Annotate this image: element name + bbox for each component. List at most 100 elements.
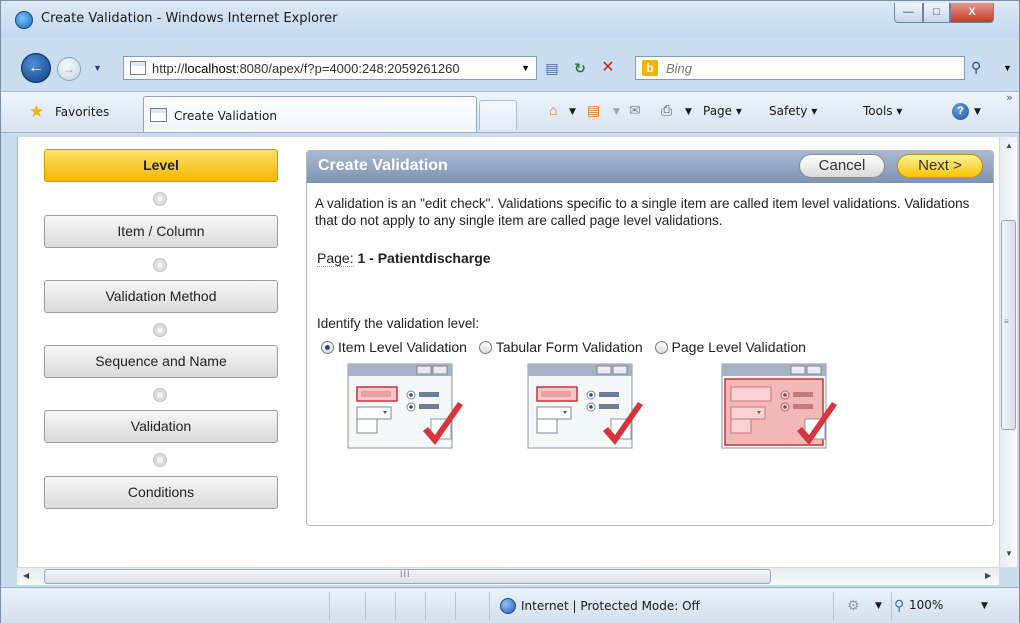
zoom-dropdown-icon[interactable]: ▼ — [981, 601, 988, 611]
tabular-form-illustration[interactable] — [527, 363, 649, 463]
status-divider — [833, 592, 834, 620]
item-level-radio[interactable] — [321, 341, 334, 354]
zoom-level[interactable]: 100% — [909, 598, 943, 612]
status-divider — [455, 592, 456, 620]
wizard-step-conditions[interactable]: Conditions — [44, 476, 278, 509]
horizontal-scroll-thumb[interactable]: III — [44, 569, 771, 584]
identify-level-label: Identify the validation level: — [317, 316, 480, 331]
wizard-connector-dot — [153, 388, 167, 402]
status-divider — [329, 592, 330, 620]
page-level-option[interactable]: Page Level Validation — [654, 339, 806, 355]
search-input[interactable]: Bing — [666, 61, 692, 76]
region-header: Create Validation Cancel Next > — [307, 151, 993, 183]
search-box[interactable]: b Bing — [635, 56, 965, 80]
back-button[interactable]: ← — [21, 53, 51, 83]
page-info: Page: 1 - Patientdischarge — [317, 250, 491, 267]
compatibility-view-icon[interactable]: ▤ — [541, 58, 563, 78]
next-button[interactable]: Next > — [897, 154, 983, 178]
wizard-step-validation[interactable]: Validation — [44, 410, 278, 443]
add-ons-dropdown-icon[interactable]: ▼ — [875, 601, 882, 611]
toolbar-overflow-chevron[interactable]: » — [1006, 91, 1013, 104]
status-divider — [489, 592, 490, 620]
favorites-bar: ★ Favorites Create Validation ⌂ ▼ ▤ ▼ ✉ … — [1, 91, 1019, 133]
feeds-dropdown-icon[interactable]: ▼ — [613, 107, 620, 117]
stop-icon[interactable]: ✕ — [597, 58, 619, 78]
forward-button[interactable]: → — [57, 57, 81, 81]
scroll-grip-icon: III — [400, 569, 411, 579]
address-dropdown-icon[interactable]: ▼ — [521, 63, 530, 73]
intro-text: A validation is an "edit check". Validat… — [315, 196, 970, 228]
search-options-dropdown-icon[interactable]: ▼ — [1003, 63, 1012, 73]
wizard-step-item-column[interactable]: Item / Column — [44, 215, 278, 248]
scroll-left-arrow-icon[interactable]: ◀ — [23, 571, 29, 580]
address-bar[interactable]: http://localhost:8080/apex/f?p=4000:248:… — [123, 56, 537, 80]
feeds-icon[interactable]: ▤ — [587, 102, 600, 119]
item-level-label[interactable]: Item Level Validation — [338, 339, 467, 355]
item-level-illustration[interactable] — [347, 363, 469, 463]
wizard-step-validation-method[interactable]: Validation Method — [44, 280, 278, 313]
print-dropdown-icon[interactable]: ▼ — [685, 107, 692, 117]
search-icon[interactable]: ⚲ — [971, 59, 981, 76]
new-tab-button[interactable] — [479, 100, 517, 130]
page-level-illustration[interactable] — [721, 363, 843, 463]
page-icon — [130, 61, 146, 75]
help-icon[interactable]: ? — [952, 103, 969, 120]
status-divider — [365, 592, 366, 620]
close-button[interactable]: X — [950, 3, 994, 23]
status-bar: Internet | Protected Mode: Off ⚙ ▼ ⚲ 100… — [1, 587, 1019, 623]
status-divider — [891, 592, 892, 620]
wizard-step-level[interactable]: Level — [44, 149, 278, 182]
help-dropdown-icon[interactable]: ▼ — [974, 107, 981, 117]
tabular-form-radio[interactable] — [478, 341, 492, 354]
page-level-radio[interactable] — [654, 341, 668, 354]
scroll-up-arrow-icon[interactable]: ▲ — [1005, 141, 1013, 150]
page-value: 1 - Patientdischarge — [357, 250, 491, 266]
safety-menu[interactable]: Safety ▾ — [769, 104, 817, 118]
page-label: Page: — [317, 250, 354, 267]
item-level-option[interactable]: Item Level Validation — [321, 339, 467, 355]
cancel-button[interactable]: Cancel — [799, 154, 885, 178]
read-mail-icon[interactable]: ✉ — [629, 102, 641, 119]
internet-zone-globe-icon — [500, 598, 516, 614]
tab-label: Create Validation — [174, 109, 277, 123]
create-validation-region: Create Validation Cancel Next > A valida… — [306, 150, 994, 526]
add-ons-icon[interactable]: ⚙ — [847, 597, 860, 614]
home-dropdown-icon[interactable]: ▼ — [569, 107, 576, 117]
home-icon[interactable]: ⌂ — [549, 102, 557, 118]
print-icon[interactable]: ⎙ — [661, 102, 672, 119]
scroll-right-arrow-icon[interactable]: ▶ — [985, 571, 991, 580]
tab-create-validation[interactable]: Create Validation — [143, 96, 477, 132]
window-title: Create Validation - Windows Internet Exp… — [41, 11, 338, 26]
security-zone-status[interactable]: Internet | Protected Mode: Off — [521, 599, 700, 613]
tabular-form-label[interactable]: Tabular Form Validation — [496, 339, 643, 355]
horizontal-scrollbar[interactable]: ◀ III ▶ — [17, 567, 999, 585]
page-menu[interactable]: Page ▾ — [703, 104, 742, 118]
scroll-down-arrow-icon[interactable]: ▼ — [1005, 549, 1013, 558]
favorites-button[interactable]: Favorites — [55, 105, 109, 119]
page-content: Level Item / Column Validation Method Se… — [17, 137, 999, 567]
refresh-icon[interactable]: ↻ — [569, 58, 591, 78]
recent-pages-dropdown-icon[interactable]: ▼ — [93, 63, 102, 73]
tabular-form-option[interactable]: Tabular Form Validation — [478, 339, 643, 355]
ie-logo-icon — [15, 11, 33, 29]
wizard-connector-dot — [153, 323, 167, 337]
browser-window: Create Validation - Windows Internet Exp… — [0, 0, 1020, 623]
page-icon — [150, 108, 167, 122]
validation-level-radio-group: Item Level Validation Tabular Form Valid… — [321, 339, 814, 355]
tools-menu[interactable]: Tools ▾ — [863, 104, 902, 118]
zoom-icon[interactable]: ⚲ — [894, 597, 904, 614]
minimize-button[interactable]: — — [894, 3, 923, 23]
status-divider — [395, 592, 396, 620]
region-title: Create Validation — [318, 157, 448, 174]
scroll-grip-icon: ≡ — [1004, 317, 1009, 326]
address-url[interactable]: http://localhost:8080/apex/f?p=4000:248:… — [152, 61, 460, 76]
wizard-step-sequence-and-name[interactable]: Sequence and Name — [44, 345, 278, 378]
maximize-button[interactable]: □ — [923, 3, 950, 23]
favorites-star-icon[interactable]: ★ — [29, 102, 44, 122]
title-bar: Create Validation - Windows Internet Exp… — [1, 1, 1019, 37]
vertical-scrollbar[interactable]: ▲ ≡ ▼ — [999, 137, 1017, 567]
wizard-connector-dot — [153, 258, 167, 272]
page-level-label[interactable]: Page Level Validation — [672, 339, 806, 355]
wizard-connector-dot — [153, 192, 167, 206]
status-divider — [425, 592, 426, 620]
